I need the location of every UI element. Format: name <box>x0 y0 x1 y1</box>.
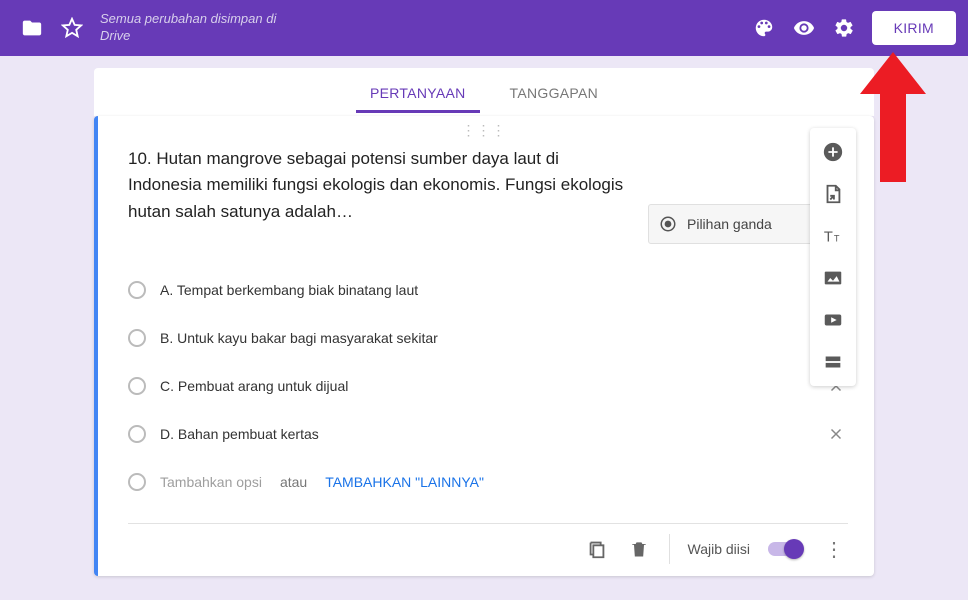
add-other-button[interactable]: TAMBAHKAN "LAINNYA" <box>325 474 484 490</box>
preview-icon[interactable] <box>784 8 824 48</box>
svg-text:T: T <box>824 230 833 246</box>
radio-icon <box>128 329 146 347</box>
radio-icon <box>128 281 146 299</box>
add-image-icon[interactable] <box>815 260 851 296</box>
required-label: Wajib diisi <box>688 541 751 557</box>
side-toolbar: TT <box>810 128 856 386</box>
option-text[interactable]: A. Tempat berkembang biak binatang laut <box>160 282 810 298</box>
send-button[interactable]: KIRIM <box>872 11 956 45</box>
question-title-input[interactable]: 10. Hutan mangrove sebagai potensi sumbe… <box>128 146 624 225</box>
tab-responses[interactable]: TANGGAPAN <box>488 71 621 113</box>
add-option-row: Tambahkan opsi atau TAMBAHKAN "LAINNYA" <box>128 458 848 506</box>
option-row[interactable]: A. Tempat berkembang biak binatang laut <box>128 266 848 314</box>
svg-text:T: T <box>834 234 840 244</box>
option-text[interactable]: C. Pembuat arang untuk dijual <box>160 378 810 394</box>
radio-icon <box>659 215 677 233</box>
gear-icon[interactable] <box>824 8 864 48</box>
import-questions-icon[interactable] <box>815 176 851 212</box>
divider <box>669 534 670 564</box>
option-row[interactable]: D. Bahan pembuat kertas <box>128 410 848 458</box>
add-option-input[interactable]: Tambahkan opsi <box>160 474 262 490</box>
add-title-icon[interactable]: TT <box>815 218 851 254</box>
tab-bar: PERTANYAAN TANGGAPAN <box>94 68 874 116</box>
options-list: A. Tempat berkembang biak binatang laut … <box>128 266 848 506</box>
add-section-icon[interactable] <box>815 344 851 380</box>
add-question-icon[interactable] <box>815 134 851 170</box>
add-option-or: atau <box>280 474 307 490</box>
option-text[interactable]: D. Bahan pembuat kertas <box>160 426 810 442</box>
app-header: Semua perubahan disimpan di Drive KIRIM <box>0 0 968 56</box>
question-card: ⋮⋮⋮ 10. Hutan mangrove sebagai potensi s… <box>94 116 874 576</box>
palette-icon[interactable] <box>744 8 784 48</box>
option-row[interactable]: C. Pembuat arang untuk dijual <box>128 362 848 410</box>
duplicate-icon[interactable] <box>585 537 609 561</box>
radio-icon <box>128 377 146 395</box>
save-status: Semua perubahan disimpan di Drive <box>100 11 280 45</box>
question-type-label: Pilihan ganda <box>687 216 815 232</box>
add-video-icon[interactable] <box>815 302 851 338</box>
question-footer: Wajib diisi ⋮ <box>128 523 848 564</box>
delete-icon[interactable] <box>627 537 651 561</box>
remove-option-icon[interactable] <box>824 422 848 446</box>
tab-questions[interactable]: PERTANYAAN <box>348 71 488 113</box>
folder-icon[interactable] <box>12 8 52 48</box>
radio-icon <box>128 473 146 491</box>
option-text[interactable]: B. Untuk kayu bakar bagi masyarakat seki… <box>160 330 810 346</box>
more-options-icon[interactable]: ⋮ <box>820 537 848 562</box>
option-row[interactable]: B. Untuk kayu bakar bagi masyarakat seki… <box>128 314 848 362</box>
radio-icon <box>128 425 146 443</box>
star-icon[interactable] <box>52 8 92 48</box>
required-toggle[interactable] <box>768 542 802 556</box>
drag-handle-icon[interactable]: ⋮⋮⋮ <box>462 122 507 139</box>
